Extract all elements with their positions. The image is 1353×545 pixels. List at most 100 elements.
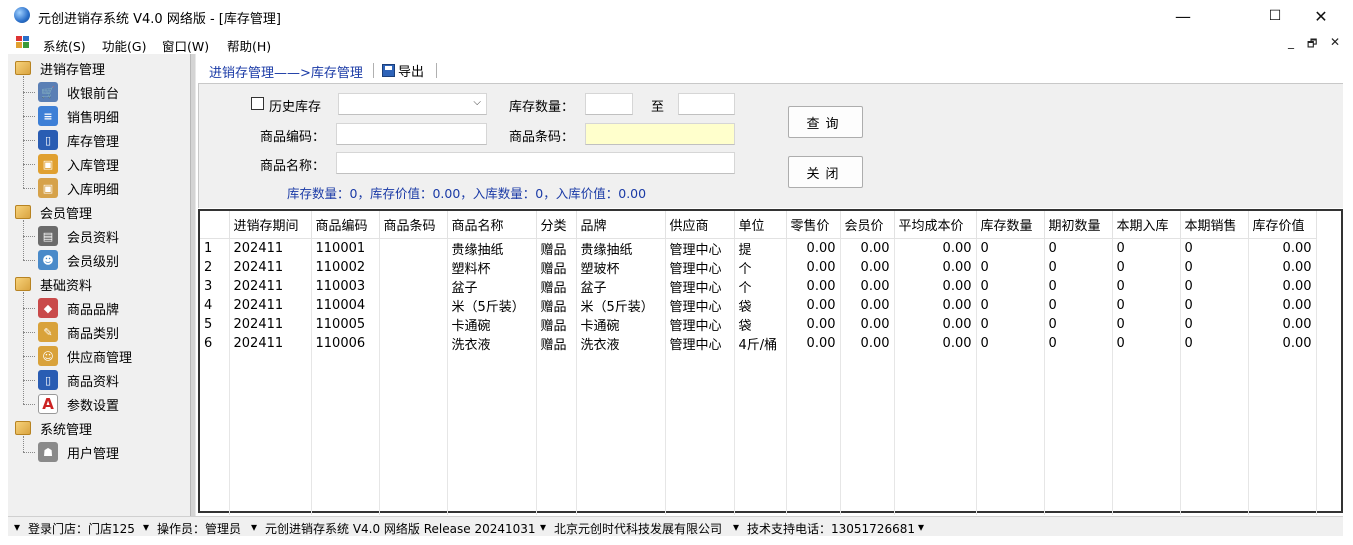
- mdi-close-button[interactable]: ✕: [1330, 35, 1340, 49]
- empty-cell: [786, 352, 841, 371]
- name-input[interactable]: [336, 152, 735, 174]
- table-cell: 6: [200, 333, 230, 353]
- table-row[interactable]: 1 202411 110001 贵缘抽纸 赠品 贵缘抽纸 管理中心提 0.00 0.00 0.00…: [200, 238, 1317, 258]
- tree-connector: [23, 452, 35, 453]
- tree-item-label: 会员级别: [67, 254, 120, 270]
- empty-cell: [1112, 496, 1181, 515]
- column-header[interactable]: 供应商: [665, 211, 735, 239]
- table-cell: 0: [1180, 333, 1249, 353]
- barcode-input[interactable]: [585, 123, 735, 145]
- status-marker: ▾: [540, 520, 547, 534]
- empty-cell: [894, 424, 977, 443]
- menu-help[interactable]: 帮助(H): [227, 36, 271, 55]
- content-toolbar: 进销存管理——>库存管理 导出: [198, 58, 1343, 82]
- qty-from-input[interactable]: [585, 93, 633, 115]
- table-row[interactable]: 5 202411 110005 卡通碗 赠品 卡通碗 管理中心袋 0.00 0.00 0.00 0 0…: [200, 314, 1317, 334]
- column-header[interactable]: 本期入库: [1112, 211, 1181, 239]
- table-cell: 0: [1044, 295, 1113, 315]
- maximize-button[interactable]: ☐: [1252, 0, 1298, 32]
- column-header[interactable]: 零售价: [786, 211, 841, 239]
- tree-splitter[interactable]: [190, 54, 196, 516]
- menu-function[interactable]: 功能(G): [102, 36, 146, 55]
- empty-cell: [976, 424, 1045, 443]
- save-icon: [382, 64, 395, 77]
- column-header[interactable]: 单位: [734, 211, 787, 239]
- table-cell: 0.00: [786, 314, 841, 334]
- table-cell: 0: [976, 333, 1045, 353]
- empty-cell: [840, 496, 895, 515]
- empty-cell: [1180, 424, 1249, 443]
- tree-group-3[interactable]: 系统管理: [8, 416, 92, 440]
- menu-window[interactable]: 窗口(W): [162, 36, 209, 55]
- table-row[interactable]: 4 202411 110004 米（5斤装） 赠品 米（5斤装） 管理中心袋 0.00 0.00…: [200, 295, 1317, 315]
- column-header[interactable]: 库存数量: [976, 211, 1045, 239]
- code-input[interactable]: [336, 123, 487, 145]
- empty-cell: [840, 388, 895, 407]
- mdi-minimize-button[interactable]: _: [1288, 35, 1294, 49]
- tree-item-label: 供应商管理: [67, 350, 133, 366]
- empty-cell: [379, 442, 448, 461]
- empty-cell: [976, 370, 1045, 389]
- tree-group-1[interactable]: 会员管理: [8, 200, 92, 224]
- tree-connector: [23, 436, 24, 452]
- inventory-table: 进销存期间 商品编码 商品条码 商品名称 分类 品牌 供应商 单位 零售价 会员价 平均成本价 库存数…: [200, 211, 1317, 515]
- empty-cell: [536, 478, 577, 497]
- period-select[interactable]: ⌵: [338, 93, 487, 115]
- mdi-restore-button[interactable]: 🗗: [1307, 35, 1317, 54]
- empty-cell: [379, 478, 448, 497]
- column-header[interactable]: 库存价值: [1248, 211, 1317, 239]
- empty-cell: [786, 406, 841, 425]
- tree-group-2[interactable]: 基础资料: [8, 272, 92, 296]
- empty-cell: [200, 460, 230, 479]
- empty-row: [200, 478, 1317, 497]
- query-button[interactable]: 查询: [788, 106, 863, 138]
- table-row[interactable]: 2 202411 110002 塑料杯 赠品 塑玻杯 管理中心个 0.00 0.00 0.00 0 0…: [200, 257, 1317, 277]
- column-header[interactable]: 商品条码: [379, 211, 448, 239]
- close-window-button[interactable]: ✕: [1298, 0, 1344, 32]
- empty-cell: [894, 442, 977, 461]
- empty-cell: [894, 370, 977, 389]
- column-header[interactable]: 品牌: [576, 211, 666, 239]
- empty-cell: [536, 370, 577, 389]
- table-cell: 赠品: [536, 276, 577, 296]
- menu-system[interactable]: 系统(S): [43, 36, 86, 55]
- column-header[interactable]: 商品名称: [447, 211, 537, 239]
- empty-cell: [1044, 442, 1113, 461]
- tree-connector: [23, 76, 24, 188]
- empty-row: [200, 352, 1317, 371]
- empty-cell: [1248, 388, 1317, 407]
- column-header[interactable]: 本期销售: [1180, 211, 1249, 239]
- column-header[interactable]: 商品编码: [311, 211, 380, 239]
- column-header[interactable]: 期初数量: [1044, 211, 1113, 239]
- status-operator: 操作员：管理员: [157, 522, 242, 536]
- column-header[interactable]: 平均成本价: [894, 211, 977, 239]
- empty-cell: [786, 496, 841, 515]
- column-header[interactable]: [200, 211, 230, 239]
- close-button[interactable]: 关闭: [788, 156, 863, 188]
- empty-cell: [1180, 406, 1249, 425]
- empty-cell: [536, 442, 577, 461]
- history-checkbox[interactable]: [251, 97, 264, 110]
- table-cell: 0.00: [894, 314, 977, 334]
- table-cell: 个: [734, 276, 787, 296]
- empty-cell: [379, 460, 448, 479]
- export-button[interactable]: 导出: [382, 61, 424, 80]
- column-header[interactable]: 会员价: [840, 211, 895, 239]
- empty-cell: [1180, 370, 1249, 389]
- table-cell: [379, 238, 448, 258]
- to-label: 至: [651, 100, 665, 115]
- folder-icon: [15, 205, 31, 219]
- table-cell: 0: [1044, 257, 1113, 277]
- column-header[interactable]: 分类: [536, 211, 577, 239]
- qty-to-input[interactable]: [678, 93, 735, 115]
- empty-cell: [1044, 406, 1113, 425]
- table-cell: 0.00: [894, 238, 977, 258]
- table-row[interactable]: 3 202411 110003 盆子 赠品 盆子 管理中心个 0.00 0.00 0.00 0 0 0 0…: [200, 276, 1317, 296]
- empty-cell: [200, 406, 230, 425]
- status-marker: ▾: [143, 520, 150, 534]
- column-header[interactable]: 进销存期间: [229, 211, 312, 239]
- minimize-button[interactable]: —: [1160, 0, 1206, 32]
- list-icon: ≡: [38, 106, 58, 126]
- empty-cell: [734, 424, 787, 443]
- table-row[interactable]: 6 202411 110006 洗衣液 赠品 洗衣液 管理中心 4斤/桶 0.00 0.00 0.0…: [200, 333, 1317, 353]
